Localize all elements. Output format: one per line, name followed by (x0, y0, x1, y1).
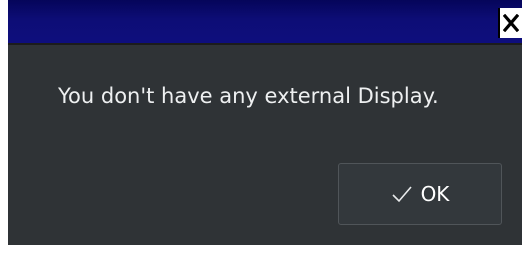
ok-button-label: OK (420, 182, 450, 206)
screen-background (0, 0, 8, 253)
close-icon (503, 14, 519, 32)
message-dialog: You don't have any external Display. OK (8, 0, 522, 245)
dialog-titlebar[interactable] (8, 0, 522, 45)
close-button[interactable] (498, 8, 522, 38)
dialog-message: You don't have any external Display. (58, 84, 439, 108)
ok-button[interactable]: OK (338, 163, 502, 225)
screen-background-bottom (0, 245, 522, 253)
checkmark-icon (391, 185, 413, 203)
